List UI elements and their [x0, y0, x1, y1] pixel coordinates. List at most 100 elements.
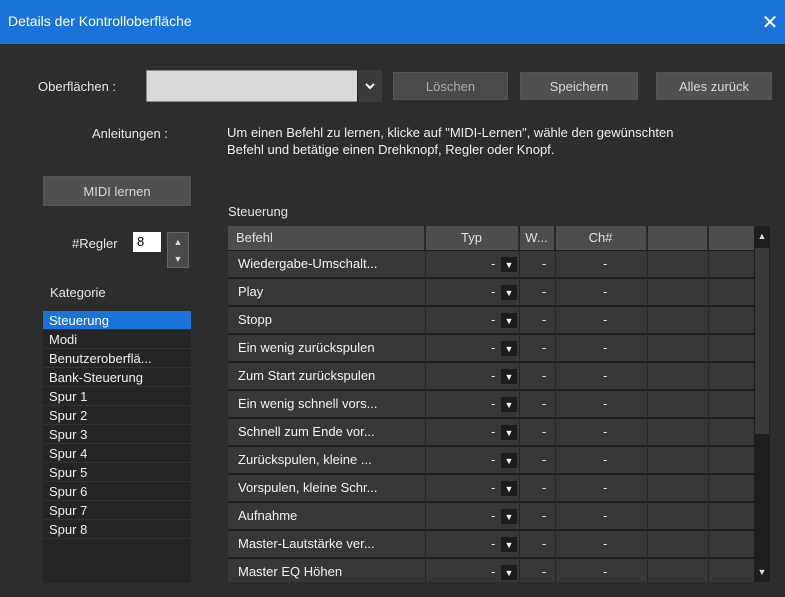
column-divider [425, 226, 426, 582]
list-item[interactable]: Steuerung [43, 311, 191, 330]
table-row[interactable]: Master-Lautstärke ver... - ▼ - - [228, 531, 754, 558]
command-cell: Ein wenig schnell vors... [238, 396, 378, 411]
table-scrollbar[interactable]: ▲ ▼ [754, 226, 770, 582]
chevron-down-icon[interactable]: ▼ [501, 257, 517, 272]
midi-learn-button[interactable]: MIDI lernen [43, 176, 191, 206]
chevron-down-icon[interactable]: ▼ [174, 254, 183, 264]
chevron-down-icon[interactable]: ▼ [754, 564, 770, 580]
chevron-down-icon[interactable] [357, 70, 382, 102]
channel-cell: - [603, 256, 608, 271]
w-cell: - [542, 480, 547, 495]
chevron-down-icon[interactable]: ▼ [501, 565, 517, 580]
w-cell: - [542, 508, 547, 523]
column-divider [647, 226, 648, 582]
list-item[interactable]: Spur 1 [43, 387, 191, 406]
type-cell: - [491, 312, 496, 327]
command-cell: Play [238, 284, 264, 299]
column-header-empty[interactable] [647, 226, 708, 250]
save-button[interactable]: Speichern [520, 72, 638, 100]
w-cell: - [542, 256, 547, 271]
type-cell: - [491, 480, 496, 495]
channel-cell: - [603, 312, 608, 327]
chevron-down-icon[interactable]: ▼ [501, 397, 517, 412]
table-header: Befehl Typ W... Ch# [228, 226, 754, 250]
list-item[interactable]: Spur 6 [43, 482, 191, 501]
table-row[interactable]: Vorspulen, kleine Schr... - ▼ - - [228, 475, 754, 502]
delete-button[interactable]: Löschen [393, 72, 508, 100]
table-row[interactable]: Zurückspulen, kleine ... - ▼ - - [228, 447, 754, 474]
w-cell: - [542, 340, 547, 355]
type-cell: - [491, 368, 496, 383]
w-cell: - [542, 424, 547, 439]
chevron-down-icon[interactable]: ▼ [501, 509, 517, 524]
command-cell: Ein wenig zurückspulen [238, 340, 375, 355]
column-divider [519, 226, 520, 582]
list-item[interactable]: Spur 7 [43, 501, 191, 520]
table-row[interactable]: Aufnahme - ▼ - - [228, 503, 754, 530]
chevron-down-icon[interactable]: ▼ [501, 341, 517, 356]
regler-label: #Regler [72, 236, 118, 251]
list-item[interactable]: Spur 4 [43, 444, 191, 463]
chevron-up-icon[interactable]: ▲ [174, 237, 183, 247]
channel-cell: - [603, 452, 608, 467]
list-item[interactable]: Bank-Steuerung [43, 368, 191, 387]
category-list: Steuerung Modi Benutzeroberflä... Bank-S… [43, 311, 191, 583]
type-cell: - [491, 424, 496, 439]
table-title: Steuerung [228, 204, 288, 219]
reset-all-button[interactable]: Alles zurück [656, 72, 772, 100]
list-item[interactable]: Spur 3 [43, 425, 191, 444]
instructions-text: Um einen Befehl zu lernen, klicke auf "M… [227, 125, 674, 157]
table-row[interactable]: Play - ▼ - - [228, 279, 754, 306]
chevron-down-icon[interactable]: ▼ [501, 425, 517, 440]
table-row[interactable]: Zum Start zurückspulen - ▼ - - [228, 363, 754, 390]
instructions-label: Anleitungen : [92, 126, 168, 141]
w-cell: - [542, 284, 547, 299]
type-cell: - [491, 564, 496, 579]
close-icon[interactable]: ✕ [755, 0, 785, 44]
table-row[interactable]: Master EQ Höhen - ▼ - - [228, 559, 754, 582]
chevron-down-icon[interactable]: ▼ [501, 369, 517, 384]
column-header-befehl[interactable]: Befehl [228, 226, 425, 250]
list-item[interactable]: Modi [43, 330, 191, 349]
type-cell: - [491, 284, 496, 299]
column-header-w[interactable]: W... [519, 226, 555, 250]
type-cell: - [491, 536, 496, 551]
w-cell: - [542, 536, 547, 551]
list-item[interactable]: Spur 2 [43, 406, 191, 425]
surfaces-select[interactable] [146, 70, 382, 102]
chevron-down-icon[interactable]: ▼ [501, 537, 517, 552]
chevron-up-icon[interactable]: ▲ [754, 228, 770, 244]
chevron-down-icon[interactable]: ▼ [501, 481, 517, 496]
channel-cell: - [603, 284, 608, 299]
column-header-empty[interactable] [708, 226, 754, 250]
list-item[interactable]: Spur 5 [43, 463, 191, 482]
table-row[interactable]: Wiedergabe-Umschalt... - ▼ - - [228, 251, 754, 278]
table-row[interactable]: Ein wenig zurückspulen - ▼ - - [228, 335, 754, 362]
list-item[interactable]: Spur 8 [43, 520, 191, 539]
control-surface-dialog: Details der Kontrolloberfläche ✕ Oberflä… [0, 0, 785, 597]
column-divider [555, 226, 556, 582]
scrollbar-thumb[interactable] [755, 248, 769, 434]
column-header-ch[interactable]: Ch# [555, 226, 647, 250]
table-row[interactable]: Stopp - ▼ - - [228, 307, 754, 334]
chevron-down-icon[interactable]: ▼ [501, 285, 517, 300]
title-bar: Details der Kontrolloberfläche ✕ [0, 0, 785, 44]
surfaces-label: Oberflächen : [38, 79, 117, 94]
window-title: Details der Kontrolloberfläche [8, 13, 192, 29]
channel-cell: - [603, 396, 608, 411]
command-cell: Master-Lautstärke ver... [238, 536, 375, 551]
regler-spinner[interactable]: ▲ ▼ [167, 232, 189, 268]
table-row[interactable]: Schnell zum Ende vor... - ▼ - - [228, 419, 754, 446]
chevron-down-icon[interactable]: ▼ [501, 313, 517, 328]
type-cell: - [491, 256, 496, 271]
channel-cell: - [603, 480, 608, 495]
channel-cell: - [603, 424, 608, 439]
chevron-down-icon[interactable]: ▼ [501, 453, 517, 468]
list-item[interactable]: Benutzeroberflä... [43, 349, 191, 368]
w-cell: - [542, 312, 547, 327]
table-row[interactable]: Ein wenig schnell vors... - ▼ - - [228, 391, 754, 418]
regler-input[interactable]: 8 [133, 232, 161, 252]
command-cell: Zurückspulen, kleine ... [238, 452, 372, 467]
type-cell: - [491, 340, 496, 355]
column-header-typ[interactable]: Typ [425, 226, 519, 250]
